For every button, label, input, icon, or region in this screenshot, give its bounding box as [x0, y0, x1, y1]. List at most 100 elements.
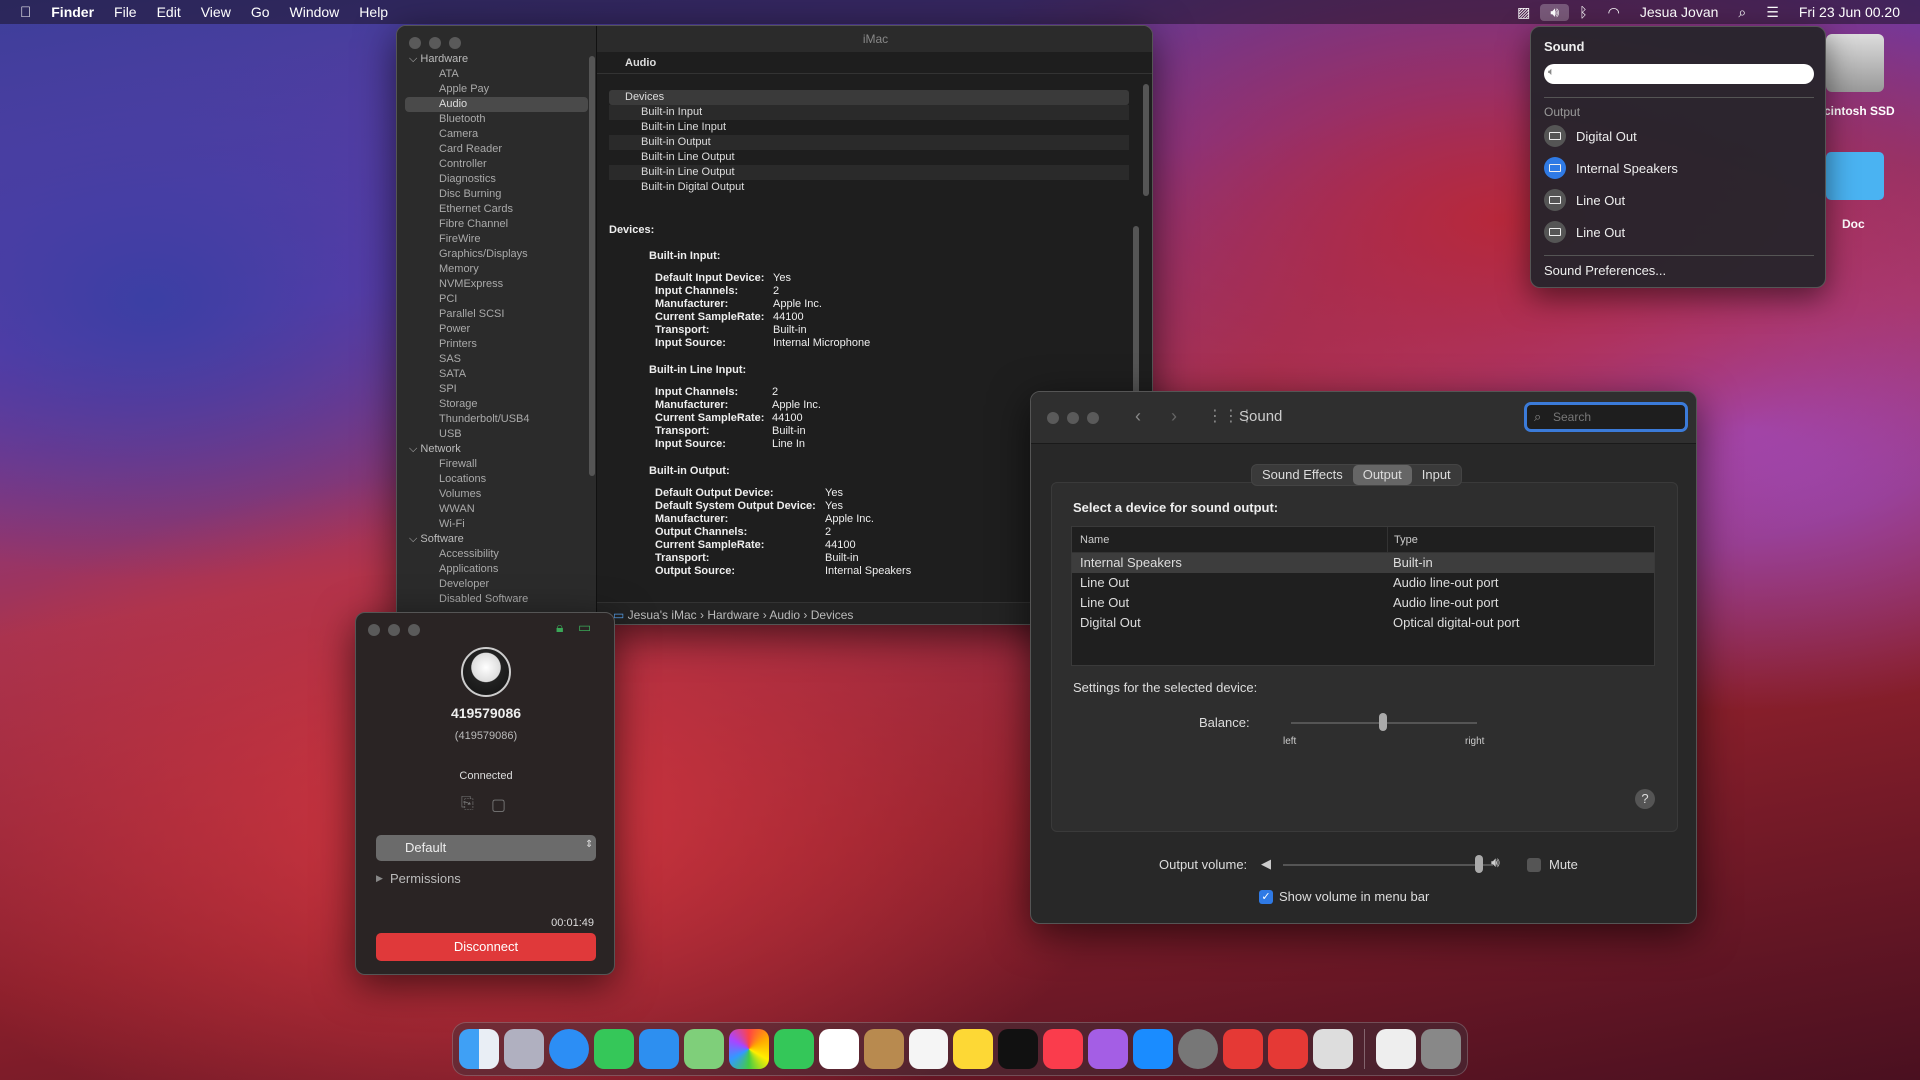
table-row[interactable]: Digital Out Optical digital-out port	[1072, 613, 1654, 633]
printer-icon[interactable]	[1313, 1029, 1354, 1069]
menu-window[interactable]: Window	[280, 4, 350, 20]
sidebar-item-disc-burning[interactable]: Disc Burning	[397, 187, 596, 202]
calendar-icon[interactable]	[818, 1029, 859, 1069]
bluetooth-icon[interactable]: ᛒ	[1569, 4, 1597, 20]
reminders-icon[interactable]	[908, 1029, 949, 1069]
path-item[interactable]: Jesua's iMac	[628, 608, 697, 622]
sidebar-group-hardware[interactable]: ⌵ Hardware	[397, 52, 596, 67]
sidebar-item-bluetooth[interactable]: Bluetooth	[397, 112, 596, 127]
device-row[interactable]: Built-in Digital Output	[609, 180, 1129, 195]
chat-icon[interactable]: ▢	[491, 795, 506, 815]
sidebar-item-card-reader[interactable]: Card Reader	[397, 142, 596, 157]
sidebar-item-sas[interactable]: SAS	[397, 352, 596, 367]
device-row[interactable]: Built-in Input	[609, 105, 1129, 120]
sidebar-group-network[interactable]: ⌵ Network	[397, 442, 596, 457]
sidebar-item-wwan[interactable]: WWAN	[397, 502, 596, 517]
apple-menu-icon[interactable]: 	[0, 4, 41, 21]
path-item[interactable]: Hardware	[707, 608, 759, 622]
close-button[interactable]	[409, 37, 421, 49]
balance-slider-knob[interactable]	[1379, 713, 1387, 731]
sidebar-item-ethernet-cards[interactable]: Ethernet Cards	[397, 202, 596, 217]
sidebar-item-pci[interactable]: PCI	[397, 292, 596, 307]
sidebar-item-audio[interactable]: Audio	[405, 97, 588, 112]
document-icon[interactable]	[1376, 1029, 1417, 1069]
column-type[interactable]: Type	[1387, 527, 1647, 552]
system-preferences-icon[interactable]	[1178, 1029, 1219, 1069]
menu-file[interactable]: File	[104, 4, 147, 20]
menu-edit[interactable]: Edit	[147, 4, 191, 20]
close-button[interactable]	[368, 624, 380, 636]
sidebar-item-ata[interactable]: ATA	[397, 67, 596, 82]
mute-checkbox[interactable]: Mute	[1527, 857, 1578, 872]
sidebar-item-thunderbolt-usb4[interactable]: Thunderbolt/USB4	[397, 412, 596, 427]
wifi-icon[interactable]: ◠	[1598, 4, 1630, 21]
sidebar-item-memory[interactable]: Memory	[397, 262, 596, 277]
sidebar-item-spi[interactable]: SPI	[397, 382, 596, 397]
sidebar-item-parallel-scsi[interactable]: Parallel SCSI	[397, 307, 596, 322]
sidebar-scrollbar[interactable]	[589, 56, 595, 476]
facetime-icon[interactable]	[773, 1029, 814, 1069]
minimize-button[interactable]	[388, 624, 400, 636]
music-icon[interactable]	[1043, 1029, 1084, 1069]
menu-go[interactable]: Go	[241, 4, 280, 20]
close-button[interactable]	[1047, 412, 1059, 424]
mail-icon[interactable]	[638, 1029, 679, 1069]
tab-input[interactable]: Input	[1412, 465, 1461, 485]
folder-icon[interactable]	[1826, 152, 1884, 200]
sidebar-item-diagnostics[interactable]: Diagnostics	[397, 172, 596, 187]
hard-drive-icon[interactable]	[1826, 34, 1884, 92]
sidebar-item-wi-fi[interactable]: Wi-Fi	[397, 517, 596, 532]
device-row[interactable]: Built-in Line Output	[609, 165, 1129, 180]
table-row[interactable]: Line Out Audio line-out port	[1072, 573, 1654, 593]
minimize-button[interactable]	[429, 37, 441, 49]
maps-icon[interactable]	[683, 1029, 724, 1069]
column-name[interactable]: Name	[1072, 527, 1387, 552]
device-row[interactable]: Built-in Output	[609, 135, 1129, 150]
menu-help[interactable]: Help	[349, 4, 398, 20]
sidebar-item-storage[interactable]: Storage	[397, 397, 596, 412]
sidebar-item-firewire[interactable]: FireWire	[397, 232, 596, 247]
disconnect-button[interactable]: Disconnect	[376, 933, 596, 961]
sidebar-item-printers[interactable]: Printers	[397, 337, 596, 352]
contacts-icon[interactable]	[863, 1029, 904, 1069]
notes-icon[interactable]	[953, 1029, 994, 1069]
volume-menu-icon[interactable]: 🔊︎	[1540, 3, 1570, 21]
sidebar-item-camera[interactable]: Camera	[397, 127, 596, 142]
user-menu[interactable]: Jesua Jovan	[1630, 4, 1729, 20]
output-line-out-2[interactable]: Line Out	[1544, 219, 1625, 245]
sidebar-item-usb[interactable]: USB	[397, 427, 596, 442]
sidebar-item-developer[interactable]: Developer	[397, 577, 596, 592]
sidebar-item-controller[interactable]: Controller	[397, 157, 596, 172]
zoom-button[interactable]	[449, 37, 461, 49]
sidebar-item-fibre-channel[interactable]: Fibre Channel	[397, 217, 596, 232]
output-digital-out[interactable]: Digital Out	[1544, 123, 1637, 149]
permissions-toggle[interactable]: Permissions	[390, 871, 461, 886]
safari-icon[interactable]	[548, 1029, 589, 1069]
launchpad-icon[interactable]	[503, 1029, 544, 1069]
anydesk-icon[interactable]	[1223, 1029, 1264, 1069]
sidebar-item-disabled-software[interactable]: Disabled Software	[397, 592, 596, 607]
sound-preferences-item[interactable]: Sound Preferences...	[1544, 263, 1666, 278]
zoom-button[interactable]	[408, 624, 420, 636]
path-item[interactable]: Audio	[769, 608, 800, 622]
path-item[interactable]: Devices	[811, 608, 854, 622]
sidebar-item-apple-pay[interactable]: Apple Pay	[397, 82, 596, 97]
sidebar-item-accessibility[interactable]: Accessibility	[397, 547, 596, 562]
sidebar-item-power[interactable]: Power	[397, 322, 596, 337]
sidebar-group-software[interactable]: ⌵ Software	[397, 532, 596, 547]
sidebar-item-applications[interactable]: Applications	[397, 562, 596, 577]
finder-icon[interactable]	[459, 1029, 499, 1069]
spotlight-icon[interactable]: ⌕	[1728, 4, 1756, 21]
table-row[interactable]: Line Out Audio line-out port	[1072, 593, 1654, 613]
column-header-audio[interactable]: Audio	[597, 52, 1152, 74]
output-internal-speakers[interactable]: Internal Speakers	[1544, 155, 1678, 181]
output-line-out-1[interactable]: Line Out	[1544, 187, 1625, 213]
table-row[interactable]: Internal Speakers Built-in	[1072, 553, 1654, 573]
sidebar-item-nvmexpress[interactable]: NVMExpress	[397, 277, 596, 292]
tv-icon[interactable]	[998, 1029, 1039, 1069]
search-input[interactable]: Search	[1524, 402, 1688, 432]
file-transfer-icon[interactable]: ⎘	[461, 795, 474, 813]
sidebar-item-firewall[interactable]: Firewall	[397, 457, 596, 472]
minimize-button[interactable]	[1067, 412, 1079, 424]
podcasts-icon[interactable]	[1088, 1029, 1129, 1069]
